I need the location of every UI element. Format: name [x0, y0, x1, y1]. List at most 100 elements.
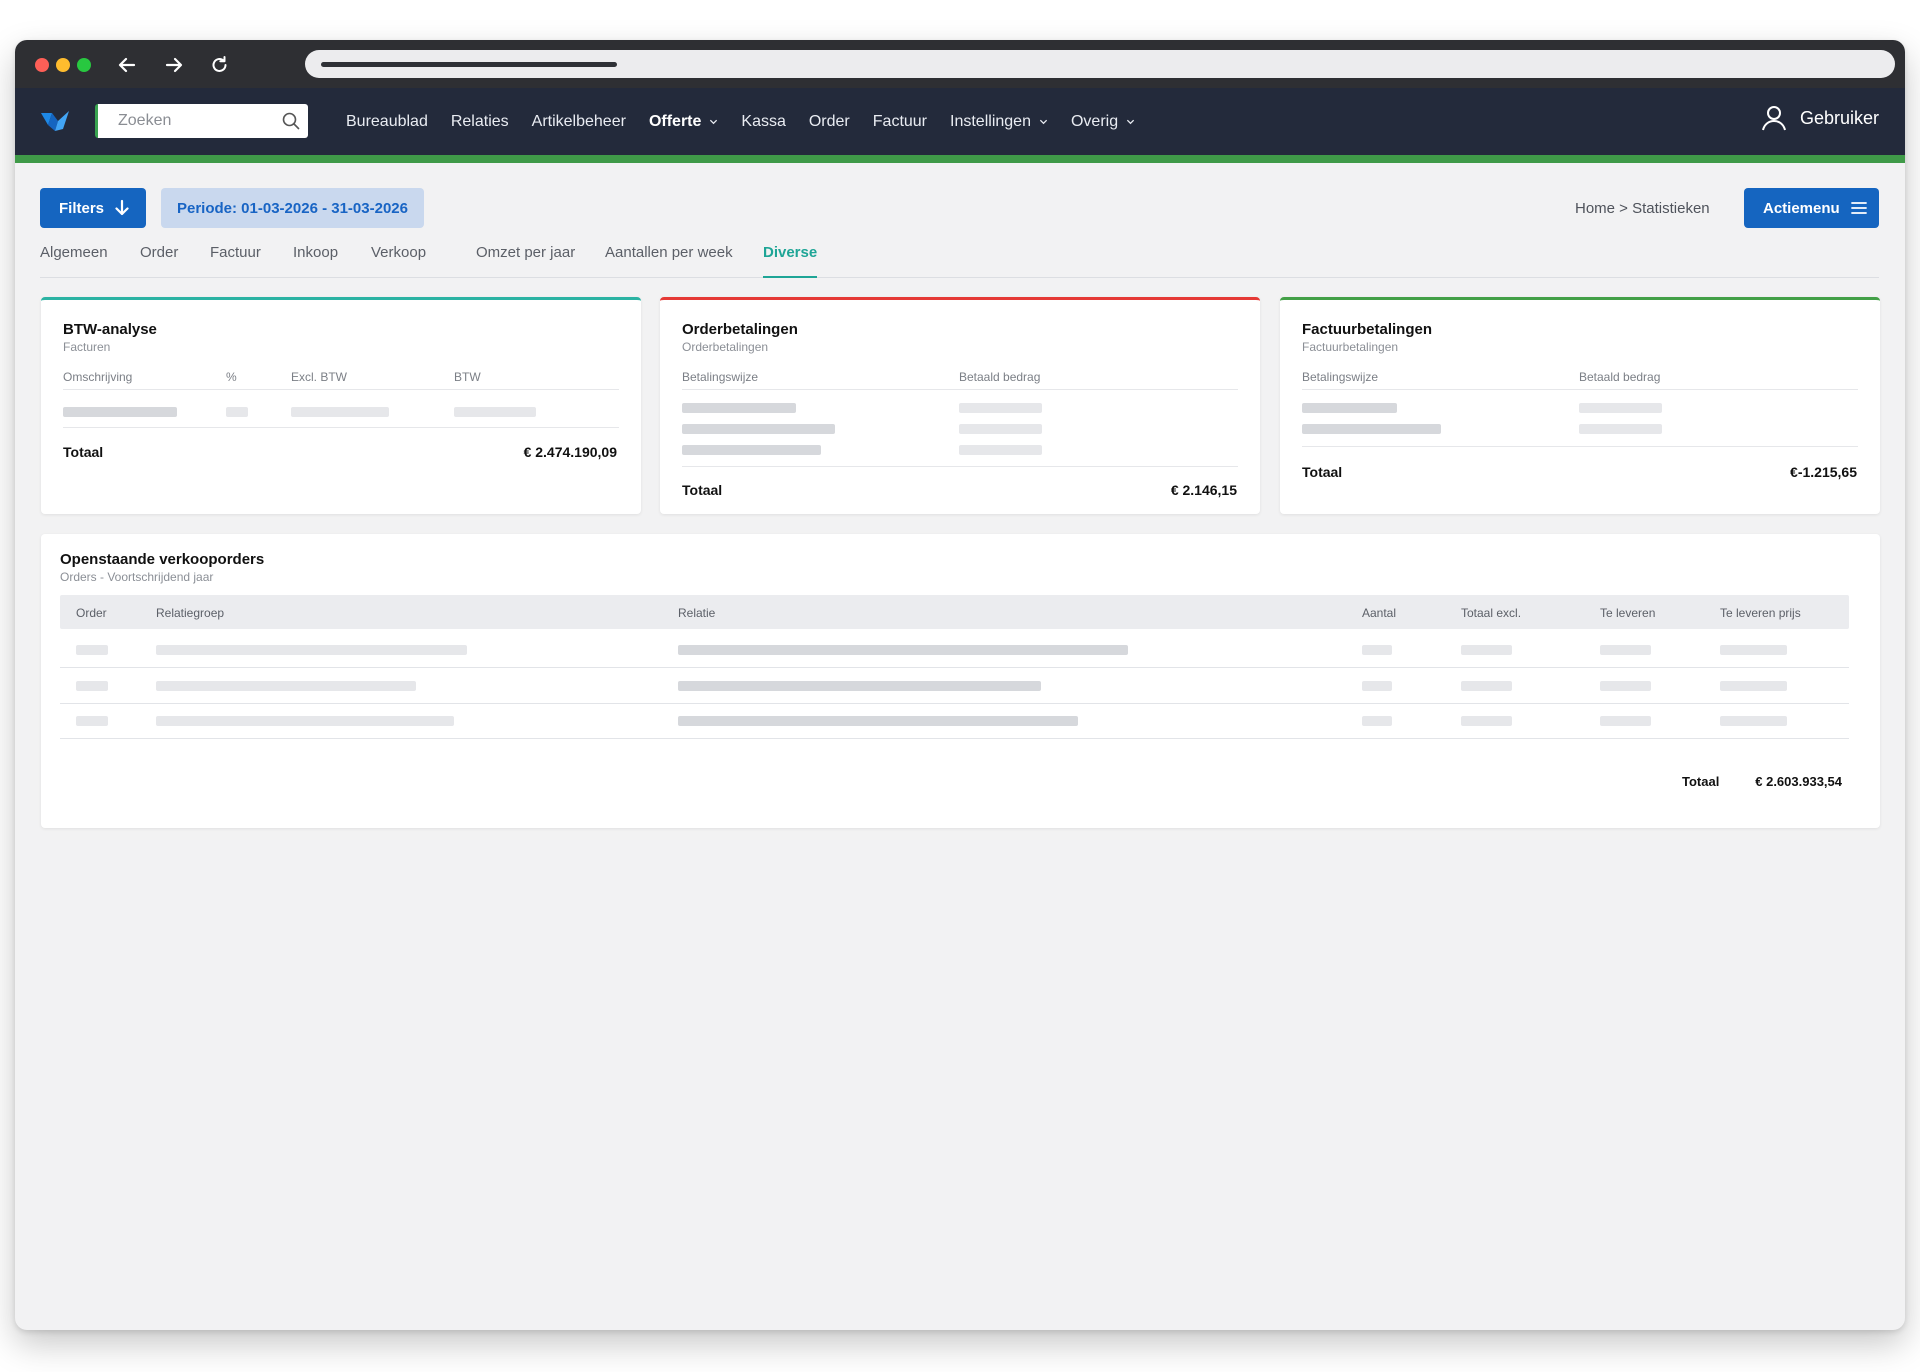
placeholder-cell — [156, 681, 416, 691]
divider — [1302, 389, 1858, 390]
divider — [682, 466, 1238, 467]
menu-item-label: Bureaublad — [346, 112, 428, 130]
card-title: Openstaande verkooporders — [60, 551, 265, 568]
column-header: BTW — [454, 370, 481, 384]
menu-item-overig[interactable]: Overig — [1071, 113, 1135, 131]
period-label: Periode: 01-03-2026 - 31-03-2026 — [177, 199, 408, 217]
column-header-order[interactable]: Order — [76, 606, 107, 620]
search-icon[interactable] — [282, 112, 300, 130]
menu-item-label: Offerte — [648, 112, 702, 130]
menu-item-relaties[interactable]: Relaties — [451, 113, 509, 131]
forward-arrow-icon[interactable] — [160, 52, 188, 78]
card-title: Orderbetalingen — [682, 321, 798, 338]
placeholder-cell — [682, 403, 796, 413]
hamburger-icon — [1850, 202, 1867, 214]
tab-order[interactable]: Order — [140, 244, 178, 278]
card-subtitle: Orderbetalingen — [682, 340, 769, 354]
placeholder-cell — [1302, 403, 1397, 413]
card-subtitle: Facturen — [63, 340, 111, 354]
action-menu-button[interactable]: Actiemenu — [1744, 188, 1879, 228]
column-header: Betaald bedrag — [1579, 370, 1661, 384]
tab-inkoop[interactable]: Inkoop — [293, 244, 338, 278]
placeholder-cell — [1600, 681, 1651, 691]
placeholder-cell — [678, 645, 1128, 655]
address-url — [321, 62, 617, 67]
column-header: Omschrijving — [63, 370, 133, 384]
column-header-aantal[interactable]: Aantal — [1362, 606, 1396, 620]
chevron-down-icon — [710, 119, 718, 125]
column-header-relatie[interactable]: Relatie — [678, 606, 715, 620]
menu-item-artikelbeheer[interactable]: Artikelbeheer — [532, 113, 626, 131]
divider — [63, 389, 619, 390]
browser-window: Bureaublad Relaties Artikelbeheer Offert… — [15, 40, 1905, 1330]
menu-item-label: Order — [808, 112, 850, 130]
divider — [682, 389, 1238, 390]
minimize-window-dot[interactable] — [56, 58, 70, 72]
tab-factuur[interactable]: Factuur — [210, 244, 261, 278]
tab-diverse[interactable]: Diverse — [763, 244, 818, 278]
menu-item-label: Instellingen — [950, 112, 1031, 130]
brand-logo[interactable] — [39, 107, 71, 135]
reload-icon[interactable] — [206, 52, 234, 78]
maximize-window-dot[interactable] — [77, 58, 91, 72]
address-bar[interactable] — [305, 50, 1895, 78]
placeholder-cell — [682, 424, 835, 434]
placeholder-cell — [959, 424, 1042, 434]
row-divider — [60, 667, 1849, 668]
total-label: Totaal — [1682, 774, 1720, 789]
tab-verkoop[interactable]: Verkoop — [371, 244, 426, 278]
placeholder-cell — [1461, 716, 1512, 726]
tab-algemeen[interactable]: Algemeen — [40, 244, 108, 278]
chevron-down-icon — [1039, 119, 1048, 125]
placeholder-cell — [76, 716, 108, 726]
column-header-totaal-excl[interactable]: Totaal excl. — [1461, 606, 1521, 620]
column-header-te-leveren[interactable]: Te leveren — [1600, 606, 1655, 620]
search-box[interactable] — [95, 104, 308, 138]
menu-item-offerte[interactable]: Offerte — [649, 113, 718, 131]
placeholder-cell — [1461, 645, 1512, 655]
total-value: €-1.215,65 — [1790, 464, 1857, 480]
placeholder-cell — [1720, 645, 1787, 655]
browser-chrome — [15, 40, 1905, 88]
card-title: Factuurbetalingen — [1302, 321, 1433, 338]
user-menu[interactable]: Gebruiker — [1760, 104, 1879, 132]
menu-item-order[interactable]: Order — [809, 113, 850, 131]
menu-item-label: Artikelbeheer — [531, 112, 626, 130]
column-header-te-leveren-prijs[interactable]: Te leveren prijs — [1720, 606, 1801, 620]
placeholder-cell — [1362, 681, 1392, 691]
order-payments-card: Orderbetalingen Orderbetalingen Betaling… — [660, 297, 1260, 514]
menu-item-label: Factuur — [872, 112, 928, 130]
total-value: € 2.603.933,54 — [1755, 774, 1842, 789]
column-header: Betalingswijze — [1302, 370, 1379, 384]
placeholder-cell — [454, 407, 536, 417]
placeholder-cell — [1461, 681, 1512, 691]
filters-button[interactable]: Filters — [40, 188, 146, 228]
statistics-tabs: Algemeen Order Factuur Inkoop Verkoop Om… — [40, 244, 1879, 278]
tab-omzet-per-jaar[interactable]: Omzet per jaar — [476, 244, 575, 278]
close-window-dot[interactable] — [35, 58, 49, 72]
column-header: Excl. BTW — [291, 370, 347, 384]
menu-item-kassa[interactable]: Kassa — [741, 113, 785, 131]
back-arrow-icon[interactable] — [114, 52, 142, 78]
period-button[interactable]: Periode: 01-03-2026 - 31-03-2026 — [161, 188, 424, 228]
menu-item-bureaublad[interactable]: Bureaublad — [346, 113, 428, 131]
menu-item-instellingen[interactable]: Instellingen — [950, 113, 1048, 131]
search-input[interactable] — [118, 110, 268, 132]
placeholder-cell — [1579, 424, 1662, 434]
card-subtitle: Factuurbetalingen — [1302, 340, 1399, 354]
menu-item-factuur[interactable]: Factuur — [873, 113, 927, 131]
breadcrumb: Home > Statistieken — [1575, 200, 1710, 217]
arrow-down-icon — [115, 199, 129, 216]
menu-item-label: Relaties — [450, 112, 509, 130]
invoice-payments-card: Factuurbetalingen Factuurbetalingen Beta… — [1280, 297, 1880, 514]
placeholder-cell — [156, 645, 467, 655]
column-header-relatiegroep[interactable]: Relatiegroep — [156, 606, 224, 620]
divider — [1302, 446, 1858, 447]
placeholder-cell — [1362, 645, 1392, 655]
placeholder-cell — [1600, 645, 1651, 655]
filters-button-label: Filters — [59, 199, 105, 217]
placeholder-cell — [63, 407, 177, 417]
total-label: Totaal — [63, 444, 104, 460]
btw-analysis-card: BTW-analyse Facturen Omschrijving % Excl… — [41, 297, 641, 514]
tab-aantallen-per-week[interactable]: Aantallen per week — [605, 244, 733, 278]
